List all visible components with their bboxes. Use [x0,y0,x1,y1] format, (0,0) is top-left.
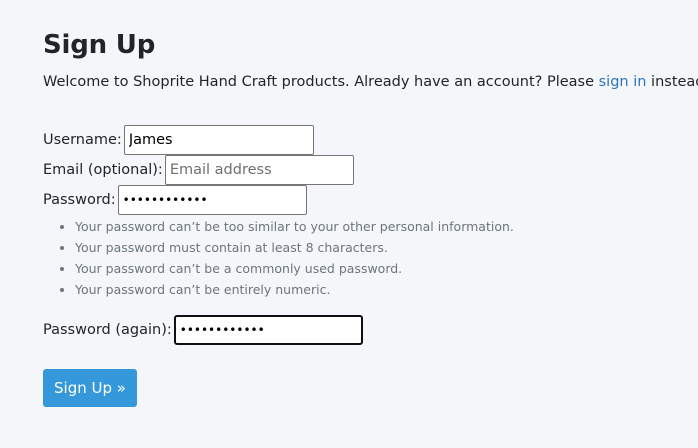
password-input[interactable] [117,185,307,215]
username-row: Username: [43,125,314,155]
sign-up-button[interactable]: Sign Up » [43,369,137,407]
password-label: Password: [43,192,116,208]
password-help-item: Your password must contain at least 8 ch… [75,237,514,258]
page-title: Sign Up [43,30,156,60]
intro-prefix: Welcome to Shoprite Hand Craft products.… [43,74,599,90]
password-help-item: Your password can’t be entirely numeric. [75,279,514,300]
password-row: Password: [43,185,307,215]
email-label: Email (optional): [43,162,163,178]
password-help-item: Your password can’t be a commonly used p… [75,258,514,279]
username-input[interactable] [123,125,314,155]
intro-suffix: instead [651,74,698,90]
password-again-input[interactable] [173,315,363,345]
password-help-list: Your password can’t be too similar to yo… [57,216,514,300]
intro-text: Welcome to Shoprite Hand Craft products.… [43,72,698,92]
email-input[interactable] [164,155,354,185]
signup-page: Sign Up Welcome to Shoprite Hand Craft p… [0,0,698,448]
password-again-label: Password (again): [43,322,172,338]
password-help-item: Your password can’t be too similar to yo… [75,216,514,237]
sign-in-link[interactable]: sign in [599,74,647,90]
password-again-row: Password (again): [43,315,363,345]
username-label: Username: [43,132,122,148]
email-row: Email (optional): [43,155,354,185]
